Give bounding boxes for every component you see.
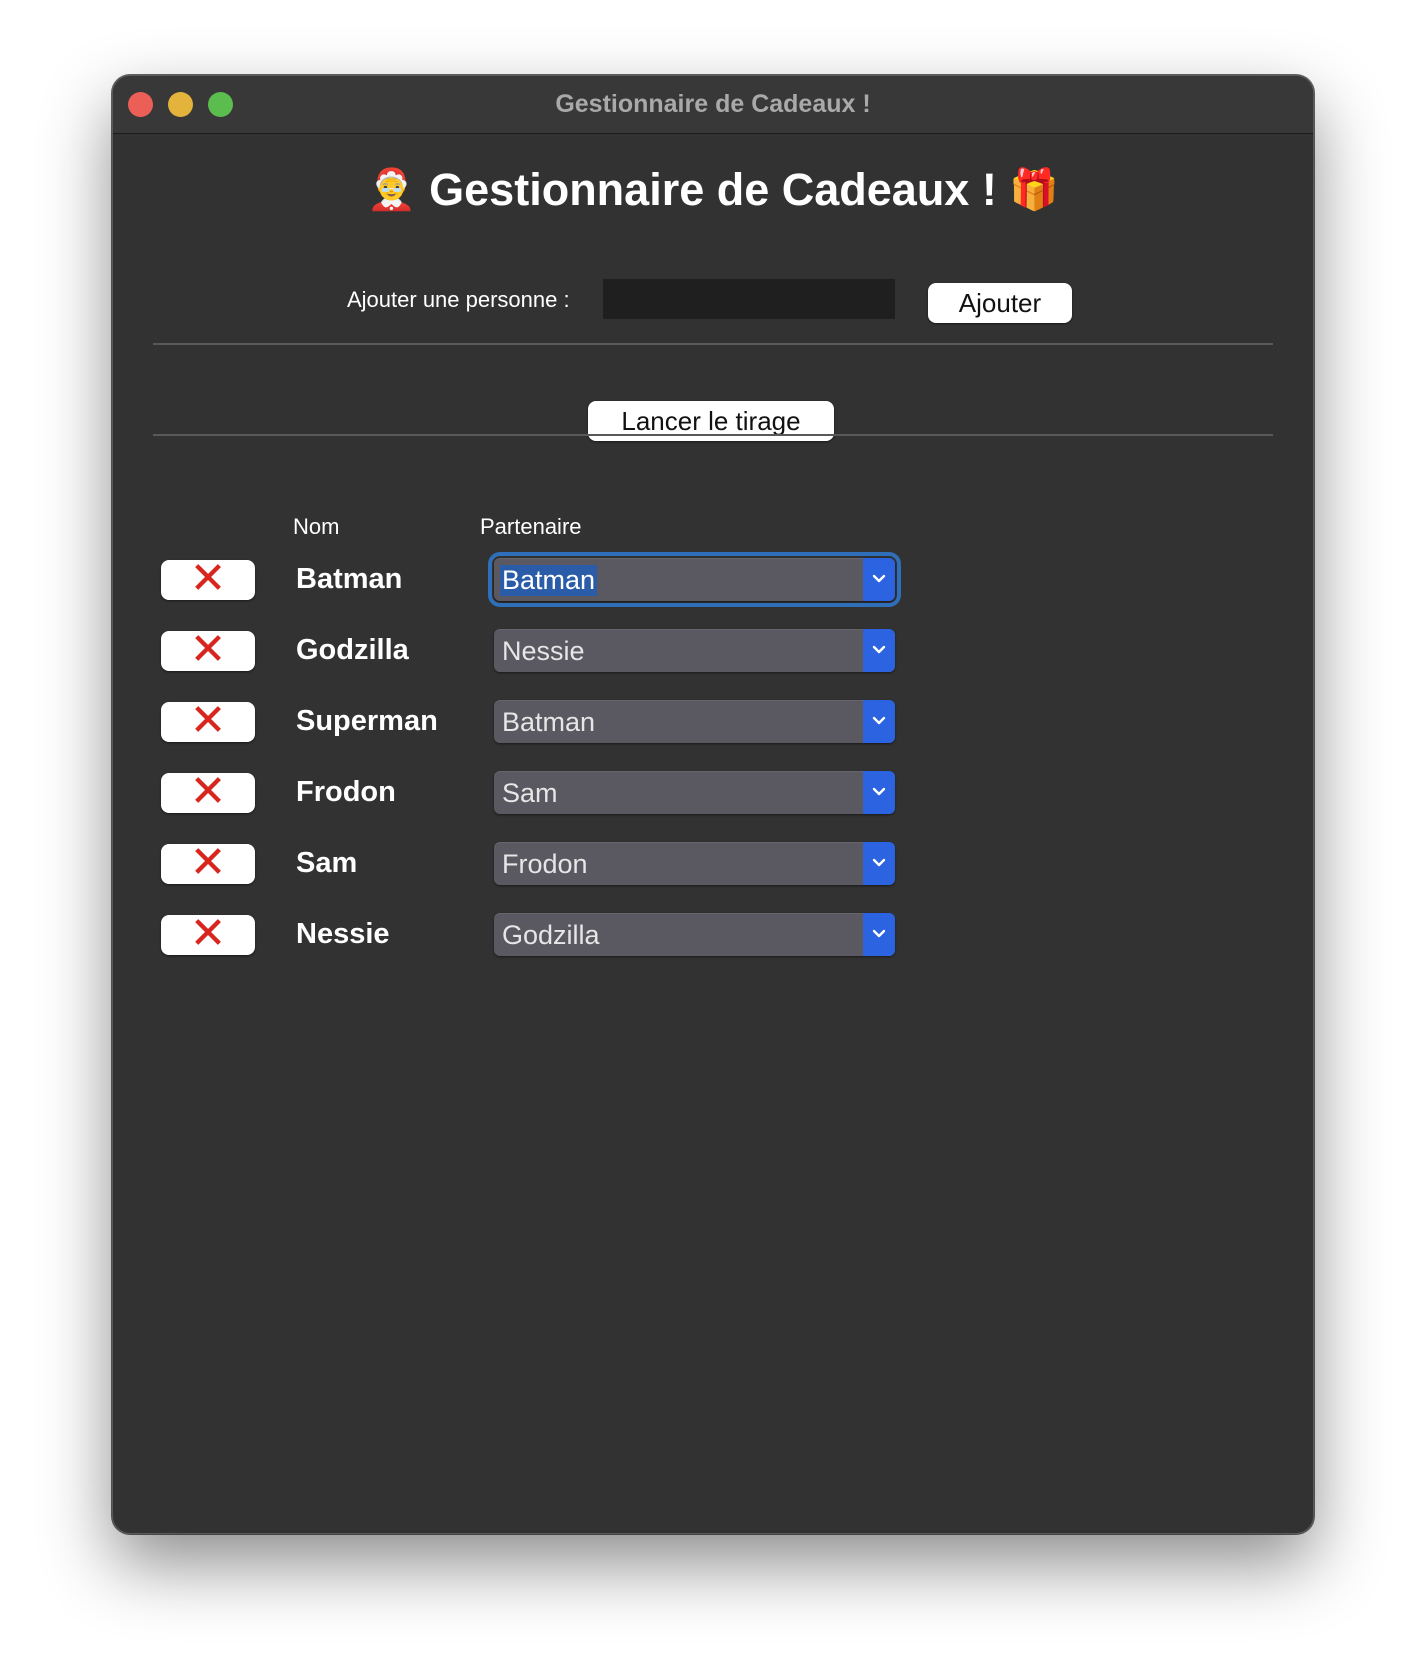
chevron-down-icon [863, 629, 895, 672]
partner-select-value: Frodon [502, 849, 588, 879]
add-person-button[interactable]: Ajouter [928, 283, 1072, 323]
column-header-name: Nom [293, 514, 340, 539]
window-title: Gestionnaire de Cadeaux ! [555, 90, 871, 118]
partner-select-value: Godzilla [502, 920, 600, 950]
table-row: ✕ Sam Frodon [113, 834, 1313, 894]
chevron-down-icon [863, 558, 895, 601]
divider-top [153, 343, 1273, 345]
delete-x-icon: ✕ [189, 554, 227, 603]
column-header-partner: Partenaire [480, 514, 582, 539]
person-name: Superman [296, 705, 438, 737]
page-title-text: Gestionnaire de Cadeaux ! [429, 164, 997, 215]
delete-x-icon: ✕ [189, 625, 227, 674]
person-name: Batman [296, 563, 403, 595]
delete-person-button[interactable]: ✕ [161, 909, 255, 958]
app-window: Gestionnaire de Cadeaux ! 🤶 Gestionnaire… [112, 75, 1314, 1534]
add-person-label: Ajouter une personne : [347, 287, 570, 312]
partner-select[interactable]: Frodon [494, 842, 895, 885]
chevron-down-icon [863, 771, 895, 814]
partner-select[interactable]: Batman [488, 552, 901, 607]
partner-select-value: Nessie [502, 636, 585, 666]
table-row: ✕ Superman Batman [113, 692, 1313, 752]
person-name: Nessie [296, 918, 390, 950]
delete-person-button[interactable]: ✕ [161, 767, 255, 816]
delete-x-icon: ✕ [189, 767, 227, 816]
page-title: 🤶 Gestionnaire de Cadeaux ! 🎁 [113, 164, 1313, 216]
chevron-down-icon [863, 842, 895, 885]
title-bar: Gestionnaire de Cadeaux ! [113, 76, 1313, 134]
delete-x-icon: ✕ [189, 838, 227, 887]
partner-select-value: Batman [502, 707, 596, 737]
add-person-input[interactable] [603, 279, 895, 319]
delete-x-icon: ✕ [189, 909, 227, 958]
delete-person-button[interactable]: ✕ [161, 554, 255, 603]
delete-x-icon: ✕ [189, 696, 227, 745]
partner-select[interactable]: Batman [494, 700, 895, 743]
chevron-down-icon [863, 700, 895, 743]
table-row: ✕ Godzilla Nessie [113, 621, 1313, 681]
delete-person-button[interactable]: ✕ [161, 625, 255, 674]
partner-select-value: Batman [500, 565, 598, 596]
partner-select[interactable]: Sam [494, 771, 895, 814]
partner-select[interactable]: Nessie [494, 629, 895, 672]
delete-person-button[interactable]: ✕ [161, 838, 255, 887]
divider-bottom [153, 434, 1273, 436]
chevron-down-icon [863, 913, 895, 956]
person-name: Frodon [296, 776, 396, 808]
table-row: ✕ Nessie Godzilla [113, 905, 1313, 965]
delete-person-button[interactable]: ✕ [161, 696, 255, 745]
table-row: ✕ Batman Batman [113, 550, 1313, 610]
gift-emoji-icon: 🎁 [1009, 168, 1060, 212]
table-row: ✕ Frodon Sam [113, 763, 1313, 823]
partner-select-value: Sam [502, 778, 558, 808]
person-name: Sam [296, 847, 358, 879]
person-name: Godzilla [296, 634, 409, 666]
partner-select[interactable]: Godzilla [494, 913, 895, 956]
mrs-claus-emoji-icon: 🤶 [366, 168, 417, 212]
